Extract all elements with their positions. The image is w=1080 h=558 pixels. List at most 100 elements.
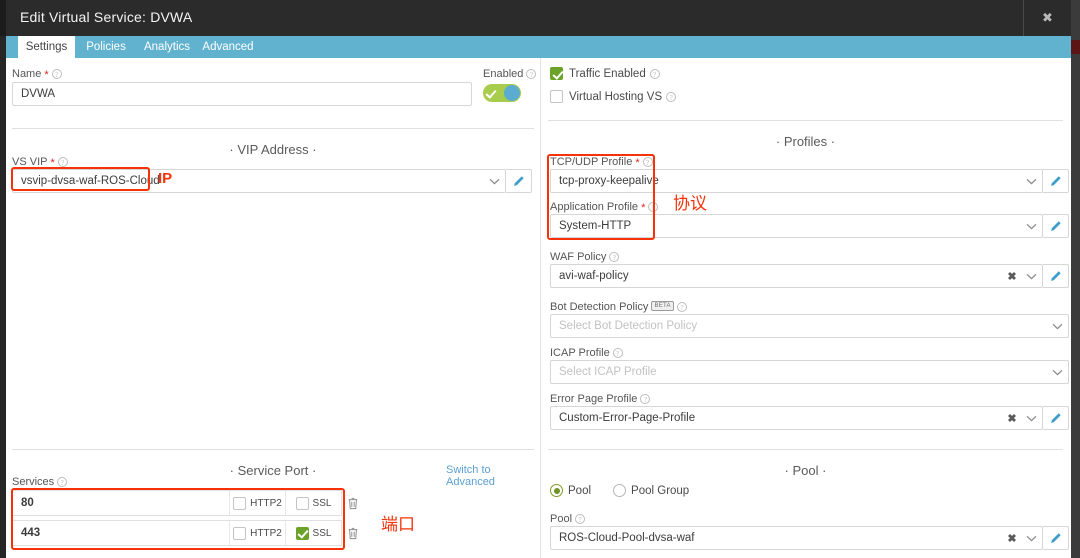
traffic-enabled-checkbox[interactable]	[550, 67, 563, 80]
pencil-icon	[1051, 270, 1061, 281]
pool-value: ROS-Cloud-Pool-dvsa-waf	[559, 532, 695, 544]
help-icon[interactable]: ?	[526, 69, 537, 79]
chevron-down-icon[interactable]	[1020, 178, 1042, 185]
radio-pool-dot[interactable]	[550, 484, 563, 497]
help-icon[interactable]: ?	[676, 302, 687, 312]
service-ssl-cell[interactable]: SSL	[285, 491, 341, 515]
section-vip-address-title: VIP Address	[229, 132, 316, 157]
bot-detection-policy-label: Bot Detection Policy BETA?	[550, 301, 687, 313]
name-field-label: Name *?	[12, 68, 62, 80]
tcp-udp-profile-edit-button[interactable]	[1043, 169, 1069, 193]
clear-icon[interactable]: ✖	[1004, 532, 1020, 545]
error-page-profile-edit-button[interactable]	[1043, 406, 1069, 430]
pencil-icon	[514, 175, 524, 186]
pool-select[interactable]: ROS-Cloud-Pool-dvsa-waf ✖	[550, 526, 1043, 550]
pencil-icon	[1051, 532, 1061, 543]
services-label-text: Services	[12, 476, 55, 488]
enabled-toggle-label: Enabled?	[483, 68, 537, 80]
clear-icon[interactable]: ✖	[1004, 412, 1020, 425]
help-icon[interactable]: ?	[609, 252, 620, 262]
tab-settings[interactable]: Settings	[18, 36, 75, 58]
delete-service-row-button[interactable]	[344, 490, 362, 516]
chevron-down-icon[interactable]	[1046, 323, 1068, 330]
switch-to-advanced-link[interactable]: Switch to Advanced	[446, 464, 540, 488]
help-icon[interactable]: ?	[575, 514, 586, 524]
name-label-text: Name	[12, 68, 42, 80]
help-icon[interactable]: ?	[648, 202, 659, 212]
error-page-profile-value: Custom-Error-Page-Profile	[559, 412, 696, 424]
tab-policies[interactable]: Policies	[78, 36, 134, 58]
virtual-hosting-vs-checkbox[interactable]	[550, 90, 563, 103]
radio-pool-group-dot[interactable]	[613, 484, 627, 497]
radio-pool[interactable]: Pool	[550, 484, 591, 497]
help-icon[interactable]: ?	[649, 68, 660, 79]
icap-profile-select[interactable]: Select ICAP Profile	[550, 360, 1069, 384]
waf-policy-value: avi-waf-policy	[559, 270, 629, 282]
close-icon[interactable]: ✖	[1024, 0, 1071, 36]
bot-detection-policy-placeholder: Select Bot Detection Policy	[559, 320, 698, 332]
icap-profile-label: ICAP Profile?	[550, 347, 623, 359]
table-row[interactable]: 443 HTTP2 SSL	[12, 520, 342, 546]
chevron-down-icon[interactable]	[1020, 535, 1042, 542]
http2-checkbox[interactable]	[233, 526, 247, 540]
virtual-hosting-vs-row[interactable]: Virtual Hosting VS?	[550, 90, 677, 103]
help-icon[interactable]: ?	[57, 157, 68, 167]
help-icon[interactable]: ?	[612, 348, 623, 358]
radio-pool-group[interactable]: Pool Group	[613, 484, 689, 497]
chevron-down-icon[interactable]	[483, 178, 505, 185]
beta-badge: BETA	[651, 301, 674, 311]
chevron-down-icon[interactable]	[1046, 369, 1068, 376]
table-row[interactable]: 80 HTTP2 SSL	[12, 490, 342, 516]
application-profile-select[interactable]: System-HTTP	[550, 214, 1043, 238]
application-profile-value: System-HTTP	[559, 220, 632, 232]
service-http2-cell[interactable]: HTTP2	[229, 521, 285, 545]
section-pool-title: Pool	[785, 453, 827, 478]
section-service-port-title: Service Port	[230, 453, 317, 478]
vs-vip-select[interactable]: vsvip-dvsa-waf-ROS-Cloud	[12, 169, 506, 193]
help-icon[interactable]: ?	[666, 91, 677, 102]
chevron-down-icon[interactable]	[1020, 223, 1042, 230]
delete-service-row-button[interactable]	[344, 520, 362, 546]
pool-edit-button[interactable]	[1043, 526, 1069, 550]
icap-profile-label-text: ICAP Profile	[550, 347, 610, 359]
name-input-value: DVWA	[21, 88, 56, 100]
enabled-label-text: Enabled	[483, 68, 524, 80]
tab-advanced[interactable]: Advanced	[197, 36, 259, 58]
application-profile-edit-button[interactable]	[1043, 214, 1069, 238]
right-column: Traffic Enabled? Virtual Hosting VS? Pro…	[540, 58, 1071, 558]
chevron-down-icon[interactable]	[1020, 273, 1042, 280]
help-icon[interactable]: ?	[57, 477, 68, 487]
tcp-udp-profile-select[interactable]: tcp-proxy-keepalive	[550, 169, 1043, 193]
ssl-checkbox[interactable]	[295, 496, 309, 510]
application-profile-label-text: Application Profile	[550, 201, 639, 213]
tab-analytics[interactable]: Analytics	[136, 36, 198, 58]
service-http2-cell[interactable]: HTTP2	[229, 491, 285, 515]
ssl-checkbox[interactable]	[295, 526, 309, 540]
edit-virtual-service-dialog: Edit Virtual Service: DVWA ✖ Settings Po…	[0, 0, 1080, 558]
traffic-enabled-row[interactable]: Traffic Enabled?	[550, 67, 660, 80]
http2-checkbox[interactable]	[233, 496, 247, 510]
enabled-toggle[interactable]	[483, 84, 521, 102]
error-page-profile-select[interactable]: Custom-Error-Page-Profile ✖	[550, 406, 1043, 430]
help-icon[interactable]: ?	[640, 394, 651, 404]
service-port-value[interactable]: 443	[13, 527, 229, 539]
waf-policy-select[interactable]: avi-waf-policy ✖	[550, 264, 1043, 288]
waf-policy-edit-button[interactable]	[1043, 264, 1069, 288]
vs-vip-edit-button[interactable]	[506, 169, 532, 193]
service-port-value[interactable]: 80	[13, 497, 229, 509]
clear-icon[interactable]: ✖	[1004, 270, 1020, 283]
service-ssl-cell[interactable]: SSL	[285, 521, 341, 545]
toggle-knob	[504, 85, 520, 101]
vs-vip-label-text: VS VIP	[12, 156, 48, 168]
name-input[interactable]: DVWA	[12, 82, 472, 106]
help-icon[interactable]: ?	[642, 157, 653, 167]
window-chrome-right	[1071, 0, 1080, 558]
trash-icon	[348, 497, 358, 509]
chevron-down-icon[interactable]	[1020, 415, 1042, 422]
pool-field-label: Pool?	[550, 513, 586, 525]
virtual-hosting-vs-label-text: Virtual Hosting VS	[569, 90, 663, 103]
help-icon[interactable]: ?	[51, 69, 62, 79]
pencil-icon	[1051, 412, 1061, 423]
radio-pool-group-label: Pool Group	[631, 484, 690, 497]
bot-detection-policy-select[interactable]: Select Bot Detection Policy	[550, 314, 1069, 338]
